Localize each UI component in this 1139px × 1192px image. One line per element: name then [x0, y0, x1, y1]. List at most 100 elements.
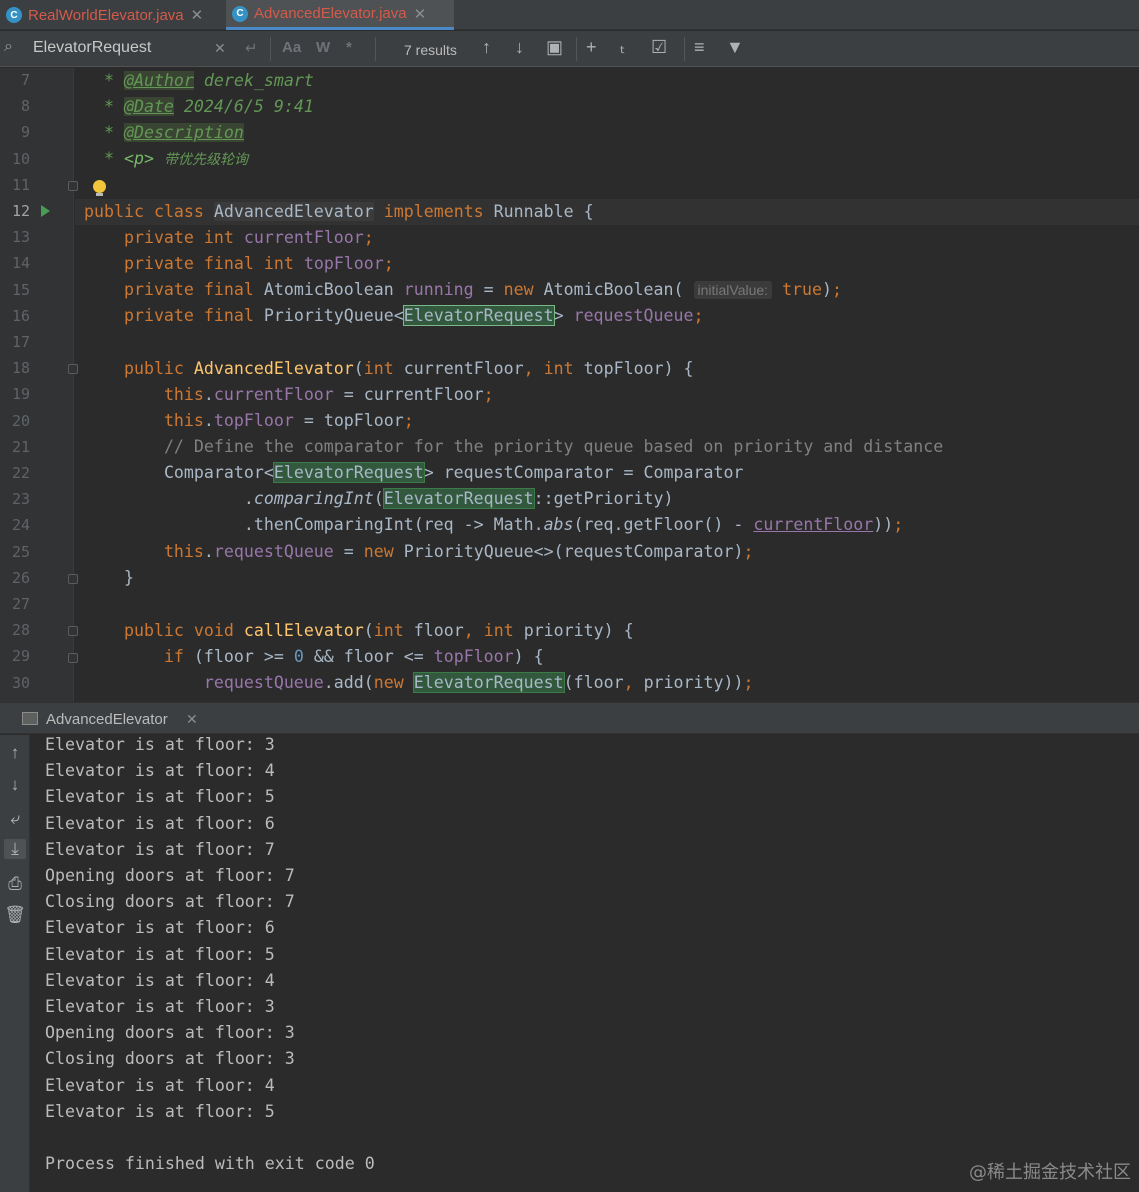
select-all-icon[interactable]: ☑	[651, 37, 667, 58]
code-line: }	[84, 568, 134, 587]
console-line: Opening doors at floor: 3	[45, 1023, 295, 1043]
line-number[interactable]: 11	[0, 176, 30, 194]
divider	[270, 37, 271, 61]
close-icon[interactable]: ✕	[186, 711, 198, 728]
line-number[interactable]: 16	[0, 307, 30, 325]
console-line: Elevator is at floor: 5	[45, 944, 275, 964]
line-number[interactable]: 26	[0, 569, 30, 587]
console-line: Elevator is at floor: 6	[45, 918, 275, 938]
line-number[interactable]: 8	[0, 97, 30, 115]
filter-icon[interactable]: ▼	[726, 37, 744, 58]
code-line: .comparingInt(ElevatorRequest::getPriori…	[84, 488, 674, 509]
line-number[interactable]: 12	[0, 202, 30, 220]
code-line: * <p> 带优先级轮询	[84, 149, 248, 168]
code-line: private final PriorityQueue<ElevatorRequ…	[123, 305, 704, 326]
line-number[interactable]: 9	[0, 123, 30, 141]
code-line: * @Description	[84, 123, 244, 142]
tab-advancedelevator[interactable]: C AdvancedElevator.java ✕	[226, 0, 454, 30]
filter-options-icon[interactable]: ≡	[694, 37, 705, 58]
line-number[interactable]: 14	[0, 254, 30, 272]
code-line: public void callElevator(int floor, int …	[123, 621, 634, 640]
line-number[interactable]: 21	[0, 438, 30, 456]
console-output[interactable]: ↑ ↓ ⤶ ⤓ ⎙ 🗑 Elevator is at floor: 3 Eleva…	[0, 735, 1139, 1192]
scroll-to-end-icon[interactable]: ⤓	[4, 839, 26, 859]
close-icon[interactable]: ✕	[191, 6, 204, 24]
run-tab-title[interactable]: AdvancedElevator	[46, 711, 168, 728]
search-match: ElevatorRequest	[412, 672, 565, 693]
code-line: private final int topFloor;	[123, 254, 394, 273]
fold-icon[interactable]	[68, 181, 78, 191]
history-icon[interactable]: ↵	[245, 39, 258, 57]
lightbulb-icon[interactable]	[93, 180, 106, 196]
line-number[interactable]: 13	[0, 228, 30, 246]
search-input[interactable]: ElevatorRequest	[33, 39, 151, 57]
add-occurrence-icon[interactable]: +	[586, 37, 597, 58]
fold-icon[interactable]	[68, 364, 78, 374]
fold-icon[interactable]	[68, 574, 78, 584]
words-toggle[interactable]: W	[316, 39, 330, 56]
editor-tab-bar: C RealWorldElevator.java ✕ C AdvancedEle…	[0, 0, 1139, 30]
watermark: @稀土掘金技术社区	[969, 1162, 1131, 1183]
fold-icon[interactable]	[68, 626, 78, 636]
divider	[375, 37, 376, 61]
tab-label: RealWorldElevator.java	[28, 6, 184, 24]
down-stack-trace-icon[interactable]: ↓	[4, 775, 26, 795]
line-number[interactable]: 22	[0, 464, 30, 482]
code-editor[interactable]: 7 8 9 10 11 12 13 14 15 16 17 18 19 20 21 22 23 24 25 26 27 2…	[0, 68, 1139, 702]
search-match: ElevatorRequest	[382, 488, 535, 509]
print-icon[interactable]: ⎙	[4, 874, 26, 894]
run-tool-window-header: AdvancedElevator ✕	[0, 702, 1139, 734]
console-line: Elevator is at floor: 5	[45, 787, 275, 807]
code-line: Comparator<ElevatorRequest> requestCompa…	[163, 462, 744, 483]
code-line: this.topFloor = topFloor;	[163, 411, 414, 430]
up-stack-trace-icon[interactable]: ↑	[4, 743, 26, 763]
clear-icon[interactable]: ✕	[214, 40, 226, 57]
code-line: * @Author derek_smart	[84, 71, 314, 90]
previous-occurrence-icon[interactable]: ↑	[482, 37, 491, 58]
search-icon: ⌕	[4, 38, 13, 55]
code-line: if (floor >= 0 && floor <= topFloor) {	[163, 647, 544, 666]
console-line: Elevator is at floor: 4	[45, 1075, 275, 1095]
line-number[interactable]: 7	[0, 71, 30, 89]
fold-icon[interactable]	[68, 653, 78, 663]
close-icon[interactable]: ✕	[414, 5, 427, 23]
line-number[interactable]: 20	[0, 412, 30, 430]
java-class-icon: C	[232, 5, 248, 22]
line-number[interactable]: 17	[0, 333, 30, 351]
code-line: requestQueue.add(new ElevatorRequest(flo…	[203, 672, 754, 693]
search-match: ElevatorRequest	[272, 462, 425, 483]
code-line: public AdvancedElevator(int currentFloor…	[123, 359, 694, 378]
line-number[interactable]: 10	[0, 150, 30, 168]
code-line: .thenComparingInt(req -> Math.abs(req.ge…	[84, 515, 904, 534]
console-line: Elevator is at floor: 3	[45, 997, 275, 1016]
console-line: Closing doors at floor: 7	[45, 892, 295, 912]
line-number[interactable]: 18	[0, 359, 30, 377]
line-number[interactable]: 25	[0, 543, 30, 561]
select-all-occurrences-icon[interactable]: ▣	[546, 37, 563, 58]
clear-all-icon[interactable]: 🗑	[4, 905, 26, 925]
search-match: ElevatorRequest	[402, 305, 555, 326]
line-number[interactable]: 15	[0, 281, 30, 299]
console-line: Elevator is at floor: 6	[45, 813, 275, 833]
next-occurrence-icon[interactable]: ↓	[515, 37, 524, 58]
code-line: // Define the comparator for the priorit…	[163, 437, 944, 456]
line-number[interactable]: 30	[0, 674, 30, 692]
line-number[interactable]: 27	[0, 595, 30, 613]
console-line: Elevator is at floor: 4	[45, 761, 275, 781]
run-icon[interactable]	[41, 205, 50, 217]
console-toolbar: ↑ ↓ ⤶ ⤓ ⎙ 🗑	[0, 735, 30, 1192]
console-line: Elevator is at floor: 5	[45, 1101, 275, 1121]
soft-wrap-icon[interactable]: ⤶	[4, 809, 26, 829]
regex-toggle[interactable]: *	[346, 39, 352, 56]
line-number[interactable]: 29	[0, 647, 30, 665]
line-number[interactable]: 24	[0, 516, 30, 534]
match-case-toggle[interactable]: Aa	[282, 39, 301, 56]
code-line: this.requestQueue = new PriorityQueue<>(…	[163, 542, 754, 561]
line-number[interactable]: 28	[0, 621, 30, 639]
find-bar: ⌕ ElevatorRequest ✕ ↵ Aa W * 7 results ↑…	[0, 31, 1139, 67]
tab-realworldelevator[interactable]: C RealWorldElevator.java ✕	[0, 0, 224, 30]
line-number[interactable]: 19	[0, 385, 30, 403]
remove-occurrence-icon[interactable]: ₜ	[620, 37, 625, 58]
divider	[684, 37, 685, 61]
line-number[interactable]: 23	[0, 490, 30, 508]
